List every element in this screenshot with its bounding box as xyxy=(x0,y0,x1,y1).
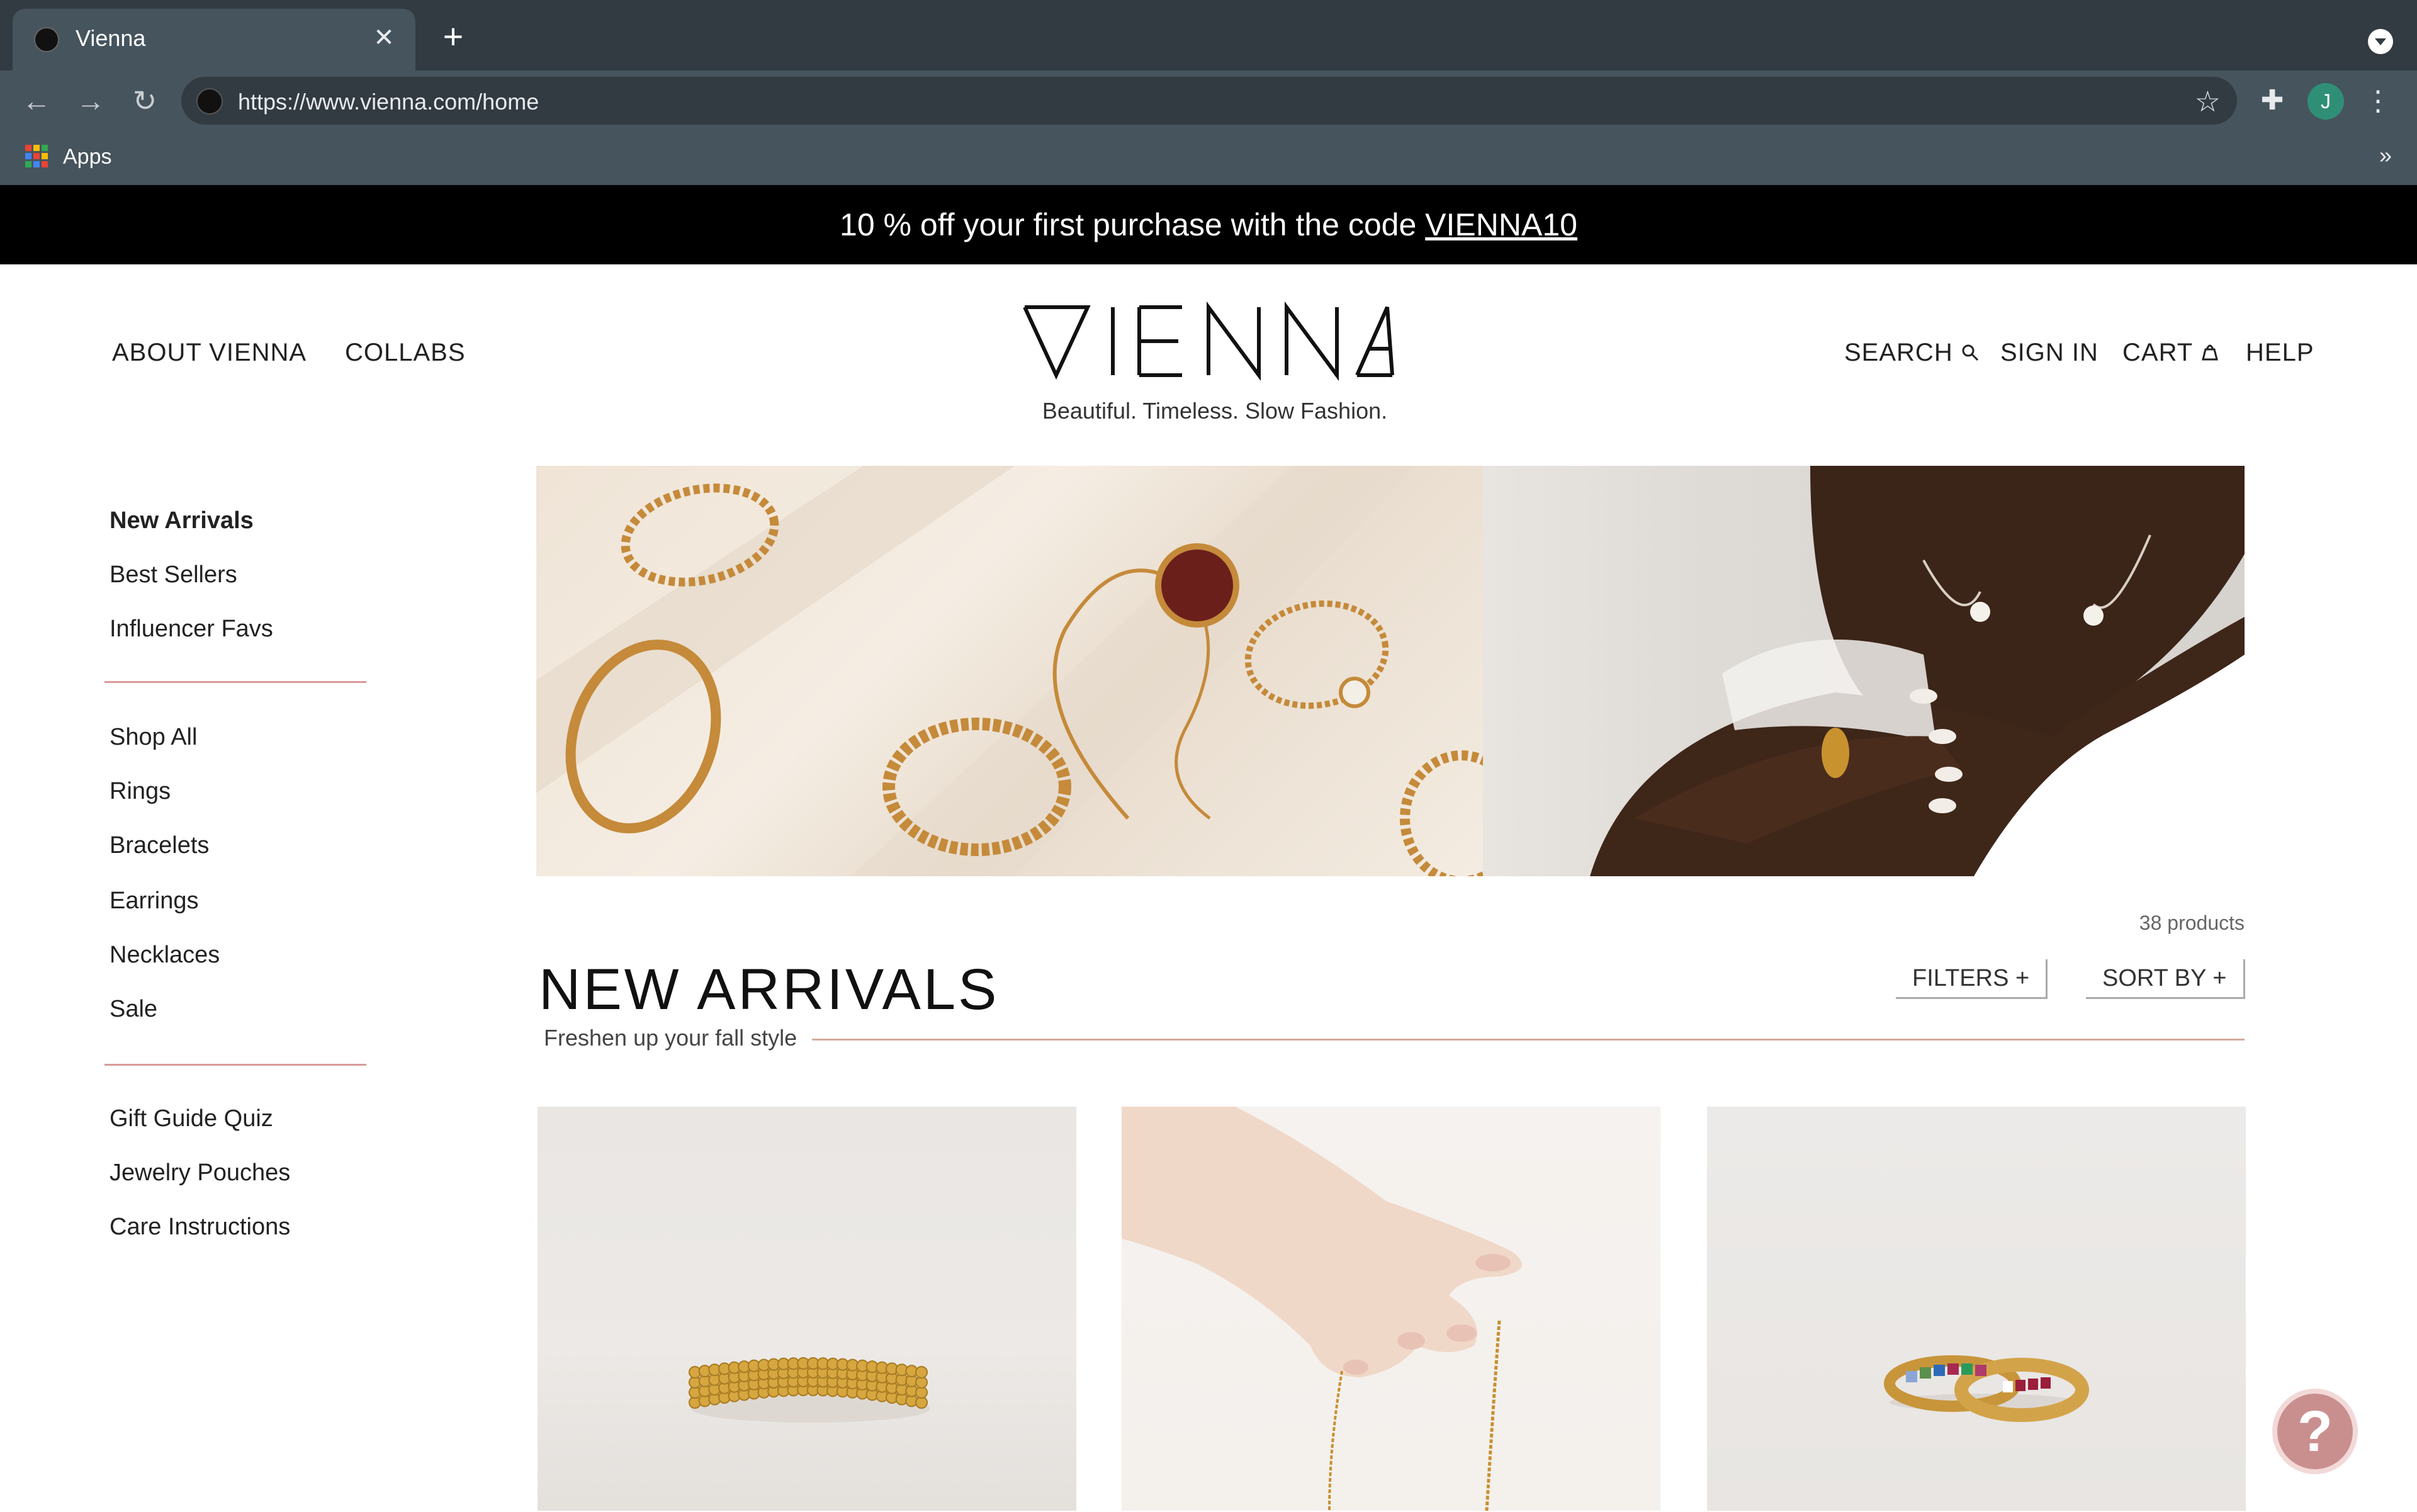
back-button[interactable]: ← xyxy=(19,83,54,118)
brand-tagline: Beautiful. Timeless. Slow Fashion. xyxy=(1042,398,1388,424)
sidebar-divider xyxy=(104,681,366,683)
apps-bookmark[interactable]: Apps xyxy=(63,145,112,169)
promo-banner: 10 % off your first purchase with the co… xyxy=(0,185,2417,264)
apps-grid-dot xyxy=(42,145,48,151)
product-card-chain-necklace[interactable] xyxy=(1122,1107,1660,1511)
product-image-rings xyxy=(1884,1355,2089,1422)
sidebar-item-care-instructions[interactable]: Care Instructions xyxy=(110,1214,290,1241)
product-card-bead-bracelets[interactable] xyxy=(538,1107,1076,1511)
sidebar-item-best-sellers[interactable]: Best Sellers xyxy=(110,561,237,589)
tab-search-icon[interactable] xyxy=(2368,29,2393,54)
help-chat-button[interactable]: ? xyxy=(2272,1389,2358,1474)
search-icon xyxy=(1962,344,1978,361)
bead xyxy=(915,1366,928,1379)
bookmark-star-icon[interactable]: ☆ xyxy=(2195,84,2221,118)
nav-about-vienna[interactable]: ABOUT VIENNA xyxy=(112,339,307,367)
browser-tab[interactable]: Vienna ✕ xyxy=(13,9,415,71)
cart-link[interactable]: CART xyxy=(2122,339,2219,367)
help-link[interactable]: HELP xyxy=(2246,339,2314,367)
site-favicon-icon xyxy=(196,88,223,115)
model-illustration xyxy=(1590,466,2245,876)
vienna-logo[interactable] xyxy=(1020,298,1397,384)
sign-in-link[interactable]: SIGN IN xyxy=(2000,339,2099,367)
tab-title: Vienna xyxy=(76,25,146,51)
sidebar-item-rings[interactable]: Rings xyxy=(110,778,171,805)
product-image-hand-necklace xyxy=(1122,1107,1522,1511)
sidebar-item-bracelets[interactable]: Bracelets xyxy=(110,832,209,859)
search-link[interactable]: SEARCH xyxy=(1844,339,1980,367)
extensions-puzzle-icon[interactable]: ✚ xyxy=(2256,84,2289,117)
apps-grid-icon[interactable] xyxy=(25,145,48,167)
nav-collabs[interactable]: COLLABS xyxy=(345,339,466,367)
product-count: 38 products xyxy=(2139,911,2245,934)
sidebar-item-necklaces[interactable]: Necklaces xyxy=(110,942,220,969)
apps-grid-dot xyxy=(25,153,31,159)
promo-text: 10 % off your first purchase with the co… xyxy=(840,207,1426,242)
shopping-bag-icon xyxy=(2201,344,2218,361)
browser-menu-icon[interactable]: ⋮ xyxy=(2364,83,2392,120)
apps-grid-dot xyxy=(42,161,48,167)
browser-toolbar: ← → ↻ https://www.vienna.com/home ☆ ✚ J … xyxy=(0,71,2417,131)
bookmarks-overflow-icon[interactable]: » xyxy=(2379,142,2392,169)
sidebar-item-new-arrivals[interactable]: New Arrivals xyxy=(110,507,254,534)
section-divider xyxy=(812,1039,2245,1041)
product-image-bracelets xyxy=(689,1357,930,1423)
browser-tab-bar: Vienna ✕ + xyxy=(0,0,2417,71)
section-subtitle: Freshen up your fall style xyxy=(544,1025,797,1051)
sidebar-divider xyxy=(104,1064,366,1066)
apps-grid-dot xyxy=(25,161,31,167)
forward-button[interactable]: → xyxy=(73,83,108,118)
apps-grid-dot xyxy=(42,153,48,159)
site-favicon-icon xyxy=(34,27,59,52)
sidebar-item-influencer-favs[interactable]: Influencer Favs xyxy=(110,616,273,643)
sidebar-item-shop-all[interactable]: Shop All xyxy=(110,724,197,751)
close-tab-icon[interactable]: ✕ xyxy=(368,21,400,54)
new-tab-button[interactable]: + xyxy=(434,19,472,57)
apps-grid-dot xyxy=(33,153,40,159)
reload-button[interactable]: ↻ xyxy=(127,83,162,118)
sidebar-item-earrings[interactable]: Earrings xyxy=(110,888,199,915)
filters-button[interactable]: FILTERS + xyxy=(1896,959,2048,999)
sidebar-item-gift-guide-quiz[interactable]: Gift Guide Quiz xyxy=(110,1105,273,1132)
rings-and-necklace-illustration xyxy=(536,466,1483,876)
address-bar[interactable]: https://www.vienna.com/home ☆ xyxy=(181,77,2237,125)
bookmarks-bar: Apps » xyxy=(0,131,2417,185)
apps-grid-dot xyxy=(33,161,40,167)
search-label: SEARCH xyxy=(1844,339,1953,366)
section-title: NEW ARRIVALS xyxy=(539,957,1000,1022)
product-card-gem-rings[interactable] xyxy=(1707,1107,2246,1511)
profile-avatar[interactable]: J xyxy=(2307,83,2344,120)
apps-grid-dot xyxy=(33,145,40,151)
sort-by-button[interactable]: SORT BY + xyxy=(2086,959,2245,999)
promo-code-link[interactable]: VIENNA10 xyxy=(1425,207,1577,242)
hero-image-model-necklace[interactable] xyxy=(1483,466,2245,876)
url-text[interactable]: https://www.vienna.com/home xyxy=(238,89,539,115)
sidebar-item-sale[interactable]: Sale xyxy=(110,996,157,1023)
cart-label: CART xyxy=(2122,339,2193,366)
hero-image-jewelry-flatlay[interactable] xyxy=(536,466,1483,876)
apps-grid-dot xyxy=(25,145,31,151)
sidebar-item-jewelry-pouches[interactable]: Jewelry Pouches xyxy=(110,1159,290,1187)
